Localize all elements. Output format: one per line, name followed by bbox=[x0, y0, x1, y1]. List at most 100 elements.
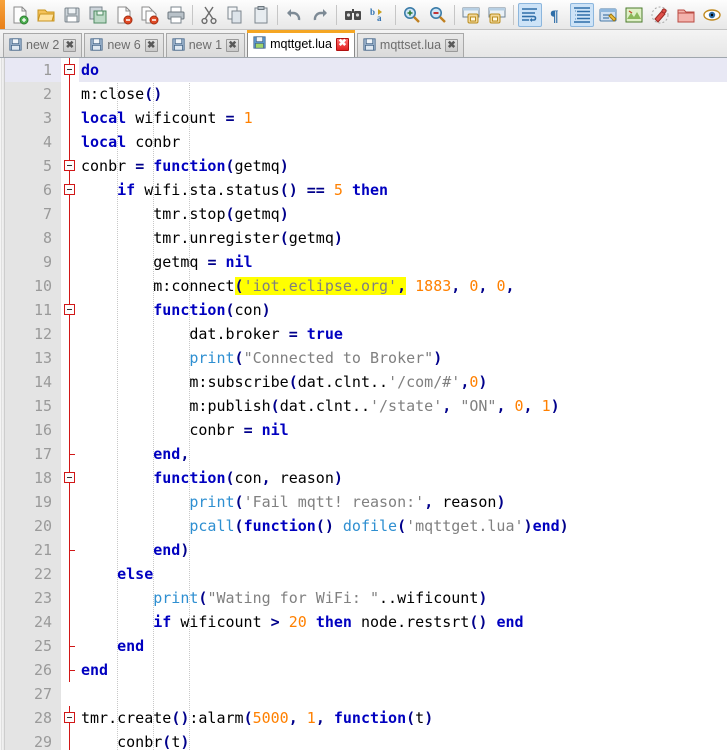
fold-margin-cell[interactable] bbox=[61, 370, 79, 394]
fold-margin-cell[interactable] bbox=[61, 130, 79, 154]
tab-mqttget-lua[interactable]: mqttget.lua ✖ bbox=[247, 30, 355, 57]
fold-margin-cell[interactable] bbox=[61, 418, 79, 442]
code-text[interactable]: do bbox=[79, 58, 727, 82]
find-icon[interactable] bbox=[341, 3, 365, 27]
fold-margin-cell[interactable] bbox=[61, 442, 79, 466]
code-text[interactable]: local wificount = 1 bbox=[79, 106, 727, 130]
fold-margin-cell[interactable] bbox=[61, 682, 79, 706]
show-all-characters-icon[interactable]: ¶ bbox=[544, 3, 568, 27]
code-line[interactable]: 1 do bbox=[0, 58, 727, 82]
fold-margin-cell[interactable] bbox=[61, 106, 79, 130]
code-text[interactable]: pcall(function() dofile('mqttget.lua')en… bbox=[79, 514, 727, 538]
zoom-in-icon[interactable] bbox=[400, 3, 424, 27]
fold-margin-cell[interactable] bbox=[61, 394, 79, 418]
code-line[interactable]: 8 tmr.unregister(getmq) bbox=[0, 226, 727, 250]
save-icon[interactable] bbox=[60, 3, 84, 27]
code-text[interactable]: else bbox=[79, 562, 727, 586]
tab-close-icon[interactable]: ✖ bbox=[63, 39, 77, 52]
fold-margin-cell[interactable] bbox=[61, 322, 79, 346]
tab-new-6[interactable]: new 6 ✖ bbox=[84, 33, 164, 57]
sync-vertical-scrolling-icon[interactable] bbox=[459, 3, 483, 27]
code-text[interactable]: conbr(t) bbox=[79, 730, 727, 750]
code-text[interactable]: function(con) bbox=[79, 298, 727, 322]
code-text[interactable]: tmr.stop(getmq) bbox=[79, 202, 727, 226]
code-text[interactable]: print("Wating for WiFi: "..wificount) bbox=[79, 586, 727, 610]
tab-new-1[interactable]: new 1 ✖ bbox=[165, 33, 246, 57]
code-text[interactable]: if wificount > 20 then node.restsrt() en… bbox=[79, 610, 727, 634]
indent-guide-icon[interactable] bbox=[570, 2, 594, 27]
fold-margin-cell[interactable] bbox=[61, 538, 79, 562]
code-text[interactable]: dat.broker = true bbox=[79, 322, 727, 346]
code-line[interactable]: 11 function(con) bbox=[0, 298, 727, 322]
code-text[interactable]: m:close() bbox=[79, 82, 727, 106]
fold-margin-cell[interactable] bbox=[61, 202, 79, 226]
monitoring-icon[interactable] bbox=[700, 3, 724, 27]
code-text[interactable]: end, bbox=[79, 442, 727, 466]
tab-close-icon[interactable]: ✖ bbox=[445, 39, 459, 52]
save-all-icon[interactable] bbox=[86, 3, 110, 27]
document-map-icon[interactable] bbox=[622, 3, 646, 27]
code-text[interactable]: end bbox=[79, 634, 727, 658]
code-line[interactable]: 24 if wificount > 20 then node.restsrt()… bbox=[0, 610, 727, 634]
fold-collapse-icon[interactable] bbox=[64, 712, 75, 723]
copy-icon[interactable] bbox=[223, 3, 247, 27]
fold-margin-cell[interactable] bbox=[61, 706, 79, 730]
code-line[interactable]: 10 m:connect('iot.eclipse.org', 1883, 0,… bbox=[0, 274, 727, 298]
fold-margin-cell[interactable] bbox=[61, 346, 79, 370]
fold-margin-cell[interactable] bbox=[61, 610, 79, 634]
fold-collapse-icon[interactable] bbox=[64, 472, 75, 483]
code-line[interactable]: 29 conbr(t) bbox=[0, 730, 727, 750]
fold-collapse-icon[interactable] bbox=[64, 64, 75, 75]
code-line[interactable]: 12 dat.broker = true bbox=[0, 322, 727, 346]
fold-margin-cell[interactable] bbox=[61, 658, 79, 682]
fold-margin-cell[interactable] bbox=[61, 730, 79, 750]
code-line[interactable]: 9 getmq = nil bbox=[0, 250, 727, 274]
code-line[interactable]: 28 tmr.create():alarm(5000, 1, function(t… bbox=[0, 706, 727, 730]
code-text[interactable]: end) bbox=[79, 538, 727, 562]
code-line[interactable]: 20 pcall(function() dofile('mqttget.lua'… bbox=[0, 514, 727, 538]
code-line[interactable]: 13 print("Connected to Broker") bbox=[0, 346, 727, 370]
undo-icon[interactable] bbox=[282, 3, 306, 27]
code-line[interactable]: 5 conbr = function(getmq) bbox=[0, 154, 727, 178]
print-icon[interactable] bbox=[164, 3, 188, 27]
code-text[interactable]: function(con, reason) bbox=[79, 466, 727, 490]
fold-margin-cell[interactable] bbox=[61, 250, 79, 274]
fold-margin-cell[interactable] bbox=[61, 58, 79, 82]
fold-margin-cell[interactable] bbox=[61, 586, 79, 610]
tab-close-icon[interactable]: ✖ bbox=[335, 37, 349, 51]
code-text[interactable]: if wifi.sta.status() == 5 then bbox=[79, 178, 727, 202]
fold-margin-cell[interactable] bbox=[61, 226, 79, 250]
code-text[interactable]: conbr = nil bbox=[79, 418, 727, 442]
code-line[interactable]: 26 end bbox=[0, 658, 727, 682]
replace-icon[interactable]: ba bbox=[367, 3, 391, 27]
fold-margin-cell[interactable] bbox=[61, 466, 79, 490]
code-line[interactable]: 18 function(con, reason) bbox=[0, 466, 727, 490]
code-text[interactable]: tmr.create():alarm(5000, 1, function(t) bbox=[79, 706, 727, 730]
code-line[interactable]: 7 tmr.stop(getmq) bbox=[0, 202, 727, 226]
new-file-icon[interactable] bbox=[8, 3, 32, 27]
fold-margin-cell[interactable] bbox=[61, 298, 79, 322]
open-file-icon[interactable] bbox=[34, 3, 58, 27]
code-text[interactable]: local conbr bbox=[79, 130, 727, 154]
code-text[interactable]: m:subscribe(dat.clnt..'/com/#',0) bbox=[79, 370, 727, 394]
code-line[interactable]: 17 end, bbox=[0, 442, 727, 466]
fold-margin-cell[interactable] bbox=[61, 562, 79, 586]
code-line[interactable]: 3 local wificount = 1 bbox=[0, 106, 727, 130]
sync-horizontal-scrolling-icon[interactable] bbox=[485, 3, 509, 27]
close-file-icon[interactable] bbox=[112, 3, 136, 27]
code-line[interactable]: 2 m:close() bbox=[0, 82, 727, 106]
folder-as-workspace-icon[interactable] bbox=[674, 3, 698, 27]
code-line[interactable]: 15 m:publish(dat.clnt..'/state', "ON", 0… bbox=[0, 394, 727, 418]
code-text[interactable]: print("Connected to Broker") bbox=[79, 346, 727, 370]
fold-margin-cell[interactable] bbox=[61, 514, 79, 538]
code-line[interactable]: 19 print('Fail mqtt! reason:', reason) bbox=[0, 490, 727, 514]
function-list-icon[interactable] bbox=[648, 3, 672, 27]
fold-collapse-icon[interactable] bbox=[64, 184, 75, 195]
code-line[interactable]: 6 if wifi.sta.status() == 5 then bbox=[0, 178, 727, 202]
code-text[interactable]: getmq = nil bbox=[79, 250, 727, 274]
code-text[interactable]: m:publish(dat.clnt..'/state', "ON", 0, 1… bbox=[79, 394, 727, 418]
fold-margin-cell[interactable] bbox=[61, 154, 79, 178]
fold-collapse-icon[interactable] bbox=[64, 160, 75, 171]
code-line[interactable]: 23 print("Wating for WiFi: "..wificount) bbox=[0, 586, 727, 610]
close-all-icon[interactable] bbox=[138, 3, 162, 27]
